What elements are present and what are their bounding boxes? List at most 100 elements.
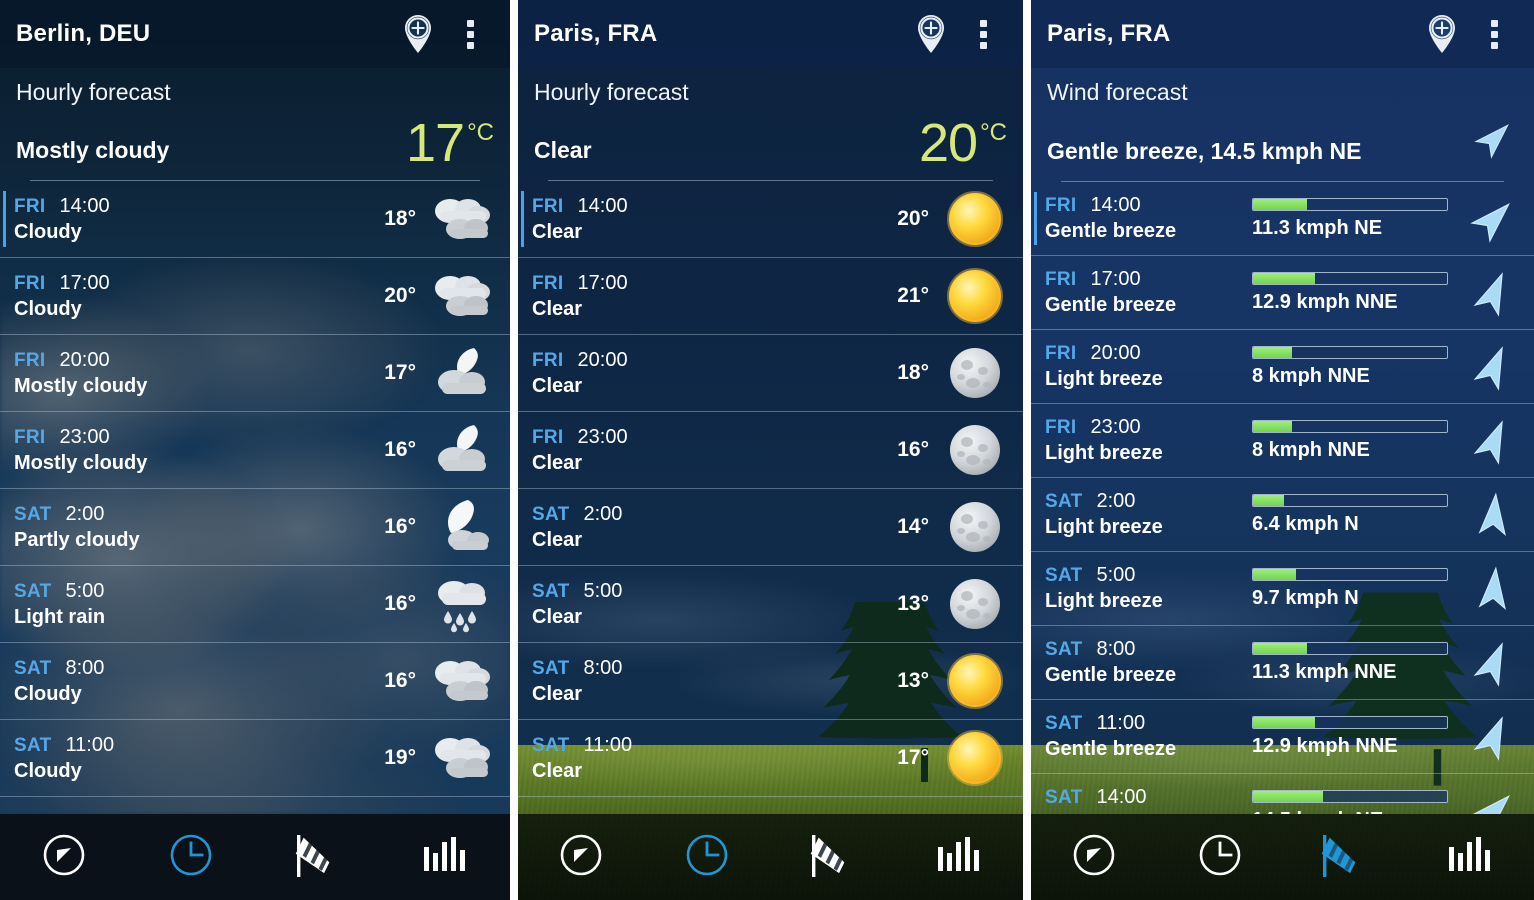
row-when-and-desc: FRI 20:00 Light breeze: [1045, 342, 1252, 391]
current-conditions-icon: [41, 832, 87, 883]
windsock-icon: [806, 831, 862, 884]
row-temperature: 20°: [897, 207, 929, 230]
forecast-row[interactable]: SAT 5:00 Light rain 16°: [0, 566, 510, 643]
bottom-navigation[interactable]: [0, 814, 510, 900]
current-conditions-icon: [558, 832, 604, 883]
wind-strength-bar: [1252, 345, 1448, 359]
panel-separator: [1023, 0, 1031, 900]
nav-button-clock[interactable]: [644, 814, 770, 900]
wind-direction-arrow-icon: [1466, 640, 1522, 687]
row-when-and-desc: SAT 8:00 Clear: [532, 657, 897, 706]
row-when-and-desc: SAT 5:00 Light rain: [14, 580, 384, 629]
wind-forecast-row[interactable]: FRI 17:00 Gentle breeze 12.9 kmph NNE: [1031, 256, 1534, 330]
row-day-label: SAT: [532, 580, 570, 602]
row-when-and-desc: FRI 17:00 Clear: [532, 272, 897, 321]
bottom-navigation[interactable]: [518, 814, 1023, 900]
forecast-row[interactable]: SAT 2:00 Partly cloudy 16°: [0, 489, 510, 566]
row-when-and-desc: FRI 17:00 Cloudy: [14, 272, 384, 321]
row-temperature: 17°: [897, 746, 929, 769]
row-condition-label: Cloudy: [14, 297, 82, 320]
hourly-forecast-list[interactable]: FRI 14:00 Cloudy 18° FRI 17:00 Cloudy 20…: [0, 181, 510, 814]
row-condition-label: Cloudy: [14, 759, 82, 782]
row-condition-label: Gentle breeze: [1045, 738, 1177, 760]
forecast-row[interactable]: SAT 8:00 Clear 13°: [518, 643, 1023, 720]
forecast-row[interactable]: FRI 17:00 Clear 21°: [518, 258, 1023, 335]
forecast-row[interactable]: SAT 5:00 Clear 13°: [518, 566, 1023, 643]
row-day-label: SAT: [14, 503, 52, 525]
row-when-and-desc: FRI 23:00 Light breeze: [1045, 416, 1252, 465]
moon-icon: [939, 497, 1011, 557]
nav-button-chart[interactable]: [897, 814, 1023, 900]
row-day-label: FRI: [532, 349, 564, 371]
nav-button-clock[interactable]: [128, 814, 256, 900]
row-day-label: FRI: [1045, 417, 1077, 438]
nav-button-windsock[interactable]: [771, 814, 897, 900]
row-time-label: 8:00: [583, 656, 623, 679]
row-temperature: 16°: [384, 515, 416, 538]
wind-forecast-row[interactable]: FRI 20:00 Light breeze 8 kmph NNE: [1031, 330, 1534, 404]
forecast-header: Wind forecast Gentle breeze, 14.5 kmph N…: [1031, 68, 1534, 182]
wind-strength-block: 11.3 kmph NNE: [1252, 641, 1462, 684]
row-time-label: 8:00: [1096, 638, 1136, 660]
wind-direction-arrow-icon: [1466, 344, 1522, 391]
wind-forecast-row[interactable]: SAT 11:00 Gentle breeze 12.9 kmph NNE: [1031, 700, 1534, 774]
forecast-row[interactable]: FRI 20:00 Mostly cloudy 17°: [0, 335, 510, 412]
row-time-label: 20:00: [577, 348, 628, 371]
nav-button-current[interactable]: [0, 814, 128, 900]
panel-separator: [510, 0, 518, 900]
forecast-row[interactable]: FRI 14:00 Clear 20°: [518, 181, 1023, 258]
row-time-label: 23:00: [577, 425, 628, 448]
row-day-label: FRI: [532, 195, 564, 217]
row-condition-label: Partly cloudy: [14, 528, 140, 551]
nav-button-windsock[interactable]: [255, 814, 383, 900]
nav-button-windsock[interactable]: [1283, 814, 1409, 900]
row-day-label: FRI: [532, 426, 564, 448]
row-wind-speed: 9.7 kmph N: [1252, 586, 1359, 609]
forecast-row[interactable]: FRI 23:00 Mostly cloudy 16°: [0, 412, 510, 489]
nav-button-clock[interactable]: [1157, 814, 1283, 900]
wind-forecast-list[interactable]: FRI 14:00 Gentle breeze 11.3 kmph NE FRI…: [1031, 182, 1534, 814]
sun-icon: [939, 651, 1011, 711]
row-temperature: 13°: [897, 592, 929, 615]
wind-forecast-row[interactable]: SAT 5:00 Light breeze 9.7 kmph N: [1031, 552, 1534, 626]
overflow-menu-icon[interactable]: [957, 8, 1009, 60]
wind-forecast-row[interactable]: FRI 14:00 Gentle breeze 11.3 kmph NE: [1031, 182, 1534, 256]
overflow-menu-icon[interactable]: [1468, 8, 1520, 60]
forecast-row[interactable]: SAT 11:00 Clear 17°: [518, 720, 1023, 797]
forecast-row[interactable]: SAT 8:00 Cloudy 16°: [0, 643, 510, 720]
moon-cloud-icon: [426, 343, 498, 403]
row-temperature: 18°: [384, 207, 416, 230]
row-time-label: 23:00: [59, 425, 110, 448]
row-condition-label: Mostly cloudy: [14, 374, 148, 397]
wind-forecast-row[interactable]: SAT 14:00 Gentle breeze 14.5 kmph NE: [1031, 774, 1534, 814]
row-condition-label: Gentle breeze: [1045, 664, 1177, 686]
forecast-row[interactable]: FRI 23:00 Clear 16°: [518, 412, 1023, 489]
nav-button-current[interactable]: [518, 814, 644, 900]
row-time-label: 14:00: [1090, 194, 1141, 216]
overflow-menu-icon[interactable]: [444, 8, 496, 60]
forecast-row[interactable]: FRI 20:00 Clear 18°: [518, 335, 1023, 412]
wind-strength-block: 14.5 kmph NE: [1252, 789, 1462, 814]
wind-forecast-row[interactable]: SAT 2:00 Light breeze 6.4 kmph N: [1031, 478, 1534, 552]
add-location-pin-icon[interactable]: [1416, 8, 1468, 60]
wind-direction-arrow-icon: [1466, 788, 1522, 814]
add-location-pin-icon[interactable]: [905, 8, 957, 60]
nav-button-chart[interactable]: [1408, 814, 1534, 900]
row-time-label: 20:00: [1090, 342, 1141, 364]
hourly-forecast-list[interactable]: FRI 14:00 Clear 20° FRI 17:00 Clear 21° …: [518, 181, 1023, 814]
row-time-label: 11:00: [583, 733, 633, 756]
wind-strength-block: 8 kmph NNE: [1252, 419, 1462, 462]
title-bar: Paris, FRA: [518, 0, 1023, 68]
nav-button-chart[interactable]: [383, 814, 511, 900]
wind-forecast-row[interactable]: FRI 23:00 Light breeze 8 kmph NNE: [1031, 404, 1534, 478]
forecast-row[interactable]: SAT 2:00 Clear 14°: [518, 489, 1023, 566]
row-day-label: FRI: [14, 272, 46, 294]
wind-forecast-row[interactable]: SAT 8:00 Gentle breeze 11.3 kmph NNE: [1031, 626, 1534, 700]
forecast-row[interactable]: SAT 11:00 Cloudy 19°: [0, 720, 510, 797]
add-location-pin-icon[interactable]: [392, 8, 444, 60]
bottom-navigation[interactable]: [1031, 814, 1534, 900]
windsock-icon: [1317, 831, 1373, 884]
forecast-row[interactable]: FRI 17:00 Cloudy 20°: [0, 258, 510, 335]
nav-button-current[interactable]: [1031, 814, 1157, 900]
forecast-row[interactable]: FRI 14:00 Cloudy 18°: [0, 181, 510, 258]
